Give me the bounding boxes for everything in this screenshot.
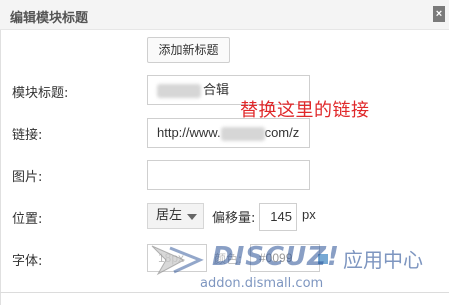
offset-unit: px — [302, 207, 316, 222]
font-size-input[interactable]: 18px — [147, 244, 207, 272]
image-input[interactable] — [147, 160, 310, 190]
left-divider — [0, 30, 1, 305]
redacted-domain — [220, 126, 265, 141]
chevron-down-icon — [187, 214, 197, 220]
link-value-suffix: com/z — [264, 125, 300, 140]
dialog-title: 编辑模块标题 — [10, 11, 89, 26]
link-input[interactable]: http://www. com/z — [147, 118, 310, 148]
redacted-text — [157, 83, 201, 98]
module-title-label: 模块标题: — [12, 86, 69, 101]
close-icon[interactable]: × — [433, 6, 445, 22]
add-new-title-button[interactable]: 添加新标题 — [147, 37, 230, 63]
image-label: 图片: — [12, 170, 43, 185]
color-swatch[interactable] — [318, 254, 328, 264]
watermark-cn: 应用中心 — [343, 248, 423, 272]
dialog-titlebar: 编辑模块标题 × — [0, 0, 449, 30]
color-label: 颜色: — [214, 252, 243, 266]
watermark-url: addon.dismall.com — [200, 276, 324, 291]
bottom-divider — [0, 292, 449, 293]
align-select[interactable]: 居左 — [147, 203, 204, 229]
color-input[interactable]: #0099 — [250, 244, 320, 272]
align-value: 居左 — [156, 208, 183, 223]
module-title-value: 合辑 — [203, 82, 230, 97]
link-label: 链接: — [12, 128, 43, 143]
offset-input[interactable]: 145 — [259, 203, 297, 231]
link-value-prefix: http://www. — [157, 125, 221, 140]
font-label: 字体: — [12, 254, 43, 269]
offset-label: 偏移量: — [212, 211, 256, 226]
position-label: 位置: — [12, 212, 43, 227]
